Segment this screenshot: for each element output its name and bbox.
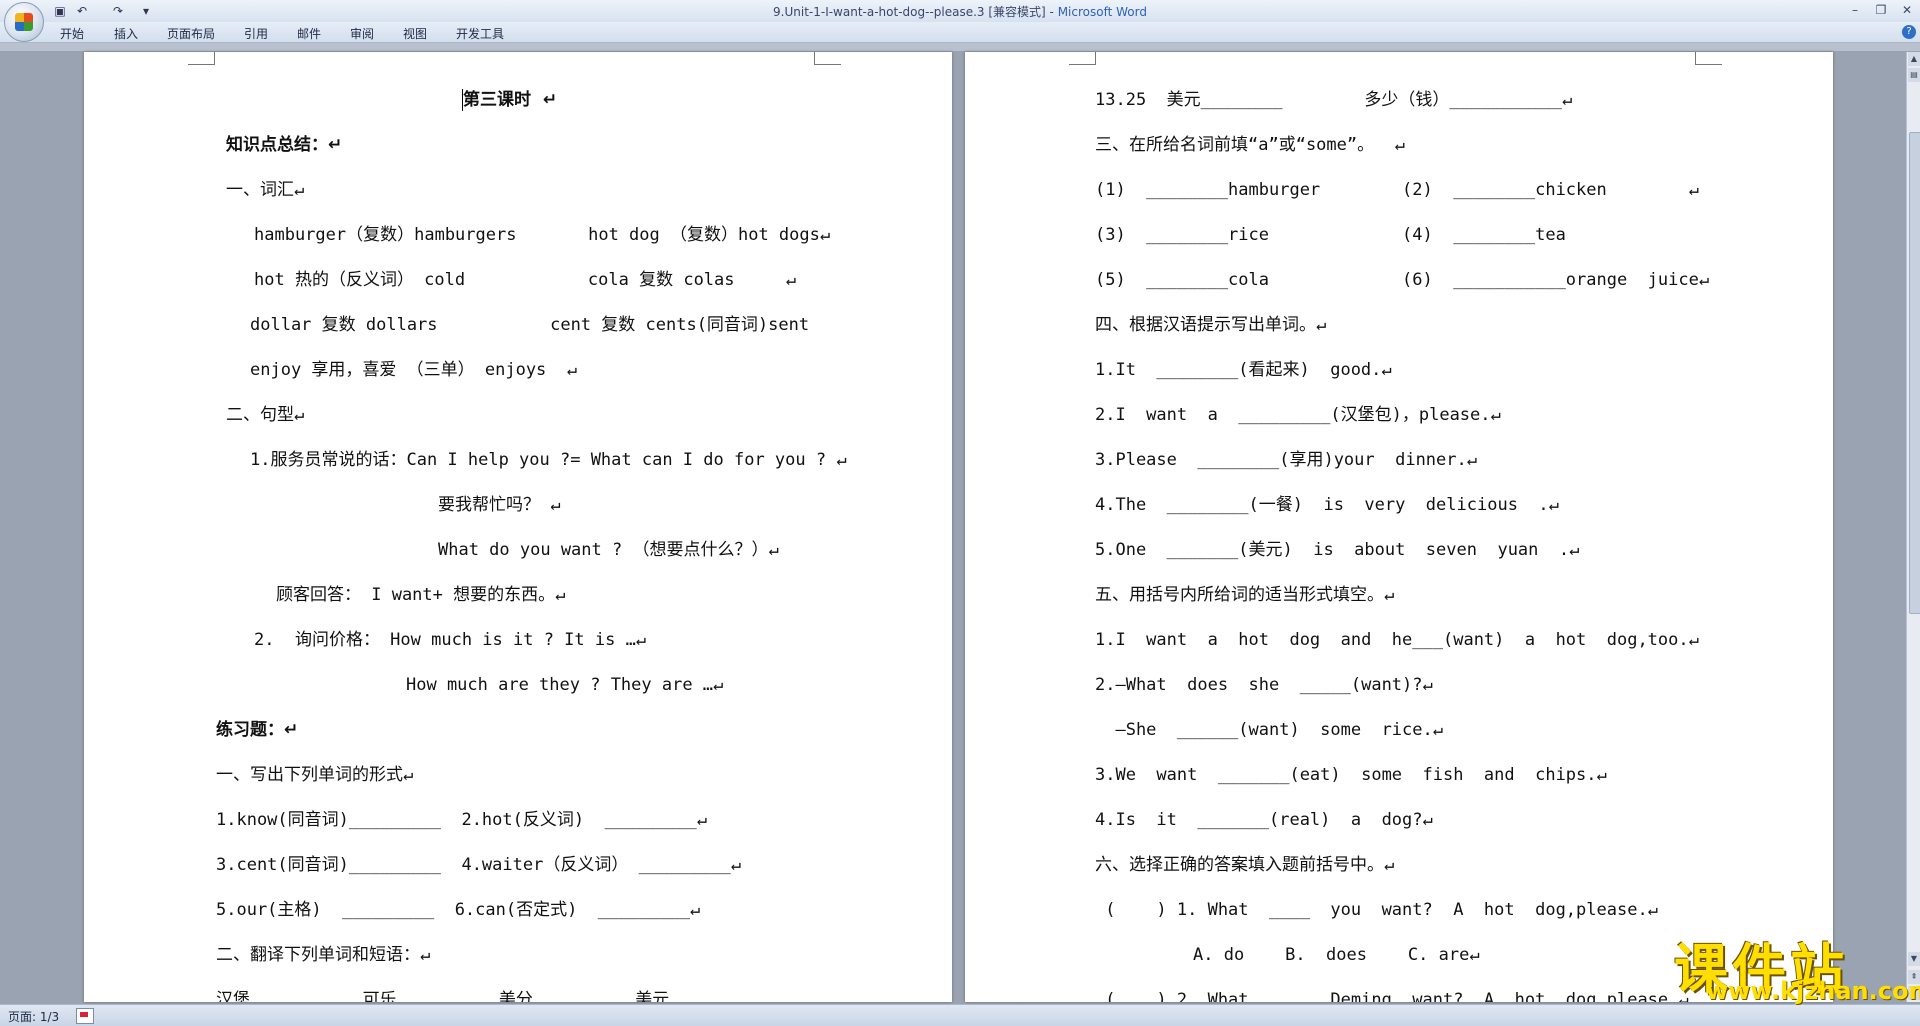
paragraph-line: (3) ________rice (4) ________tea [1095,225,1566,245]
paragraph-line: What do you want ? （想要点什么？）↵ [438,540,779,560]
paragraph-line: 2. 询问价格： How much is it ? It is …↵ [254,630,647,650]
paragraph-line: ( ) 1. What ____ you want? A hot dog,ple… [1095,900,1658,920]
paragraph-line: 汉堡 可乐 美分 美元 [216,990,670,1002]
scrollbar-thumb[interactable] [1909,132,1920,614]
tab-view[interactable]: 视图 [403,25,427,42]
paragraph-line: 要我帮忙吗？ ↵ [438,495,561,515]
lesson-heading: 第三课时 ↵ [463,90,558,110]
document-name: 9.Unit-1-I-want-a-hot-dog--please.3 [兼容模… [773,5,1058,19]
tab-mailings[interactable]: 邮件 [297,25,321,42]
paragraph-line: 顾客回答： I want+ 想要的东西。↵ [276,585,566,605]
section-heading: 四、根据汉语提示写出单词。↵ [1095,315,1327,335]
paragraph-line: 5.One _______(美元) is about seven yuan .↵ [1095,540,1580,560]
section-heading: 一、词汇↵ [226,180,305,200]
paragraph-line: 1.It ________(看起来) good.↵ [1095,360,1392,380]
paragraph-line: 4.Is it _______(real) a dog?↵ [1095,810,1433,830]
paragraph-line: (1) ________hamburger (2) ________chicke… [1095,180,1699,200]
help-icon[interactable]: ? [1902,25,1916,39]
ruler-toggle-icon[interactable]: ▤ [1908,68,1920,82]
site-watermark: 课件站 www.kjzhan.com [1668,925,1920,1005]
window-title: 9.Unit-1-I-want-a-hot-dog--please.3 [兼容模… [0,3,1920,20]
app-name: Microsoft Word [1057,5,1147,19]
paragraph-line: —She ______(want) some rice.↵ [1095,720,1443,740]
section-heading: 二、句型↵ [226,405,305,425]
paragraph-line: 2.I want a _________(汉堡包)，please.↵ [1095,405,1501,425]
tab-insert[interactable]: 插入 [114,25,138,42]
paragraph-line: 3.We want _______(eat) some fish and chi… [1095,765,1607,785]
summary-heading: 知识点总结：↵ [226,135,343,155]
paragraph-line: 13.25 美元________ 多少（钱）___________↵ [1095,90,1573,110]
paragraph-line: (5) ________cola (6) ___________orange j… [1095,270,1710,290]
status-bar: 页面: 1/3 [0,1004,1920,1026]
office-logo-icon [15,13,33,31]
ruler [0,43,1920,51]
scroll-up-icon[interactable]: ▲ [1908,52,1920,66]
paragraph-line: 1.know(同音词)_________ 2.hot(反义词) ________… [216,810,707,830]
paragraph-line: hot 热的（反义词） cold cola 复数 colas ↵ [254,270,796,290]
paragraph-line: How much are they ? They are …↵ [406,675,724,695]
paragraph-line: 2.—What does she _____(want)?↵ [1095,675,1433,695]
paragraph-line: 1.I want a hot dog and he___(want) a hot… [1095,630,1699,650]
tab-page-layout[interactable]: 页面布局 [167,25,215,42]
tab-review[interactable]: 审阅 [350,25,374,42]
paragraph-line: hamburger（复数）hamburgers hot dog （复数）hot … [254,225,831,245]
paragraph-line: 1.服务员常说的话：Can I help you ?= What can I d… [250,450,847,470]
close-icon[interactable]: ✕ [1894,2,1920,18]
paragraph-line: 5.our(主格) _________ 6.can(否定式) _________… [216,900,701,920]
paragraph-line: enjoy 享用，喜爱 （三单） enjoys ↵ [250,360,577,380]
crop-mark [188,52,215,65]
tab-home[interactable]: 开始 [60,25,84,42]
section-heading: 三、在所给名词前填“a”或“some”。 ↵ [1095,135,1405,155]
document-page-2[interactable]: 13.25 美元________ 多少（钱）___________↵ 三、在所给… [965,52,1833,1002]
crop-mark [1069,52,1096,65]
proofing-icon[interactable] [76,1008,94,1024]
minimize-icon[interactable]: – [1842,2,1868,18]
crop-mark [1695,52,1722,65]
vertical-scrollbar[interactable]: ▲ ▤ ▼ ⇞ ⇟ [1906,52,1920,1002]
paragraph-line: 4.The ________(一餐) is very delicious .↵ [1095,495,1559,515]
crop-mark [814,52,841,65]
tab-references[interactable]: 引用 [244,25,268,42]
office-button[interactable] [4,2,44,42]
exercise-heading: 练习题：↵ [216,720,299,740]
title-bar: ▣ ↶ ↷ ▾ 9.Unit-1-I-want-a-hot-dog--pleas… [0,0,1920,23]
tab-developer[interactable]: 开发工具 [456,25,504,42]
paragraph-line: dollar 复数 dollars cent 复数 cents(同音词)sent [250,315,810,335]
restore-icon[interactable]: ❐ [1868,2,1894,18]
section-heading: 五、用括号内所给词的适当形式填空。↵ [1095,585,1395,605]
section-heading: 二、翻译下列单词和短语：↵ [216,945,431,965]
paragraph-line: 3.Please ________(享用)your dinner.↵ [1095,450,1477,470]
paragraph-line: ( ) 2. What ____ Deming want? A hot dog,… [1095,990,1689,1002]
document-page-1[interactable]: 第三课时 ↵ 知识点总结：↵ 一、词汇↵ hamburger（复数）hambur… [84,52,952,1002]
section-heading: 一、写出下列单词的形式↵ [216,765,414,785]
paragraph-line: A. do B. does C. are↵ [1193,945,1480,965]
page-indicator[interactable]: 页面: 1/3 [8,1008,59,1025]
paragraph-line: 3.cent(同音词)_________ 4.waiter（反义词） _____… [216,855,741,875]
section-heading: 六、选择正确的答案填入题前括号中。↵ [1095,855,1395,875]
watermark-url: www.kjzhan.com [1706,977,1920,1005]
ribbon-tabs: 开始 插入 页面布局 引用 邮件 审阅 视图 开发工具 ? [0,22,1920,43]
